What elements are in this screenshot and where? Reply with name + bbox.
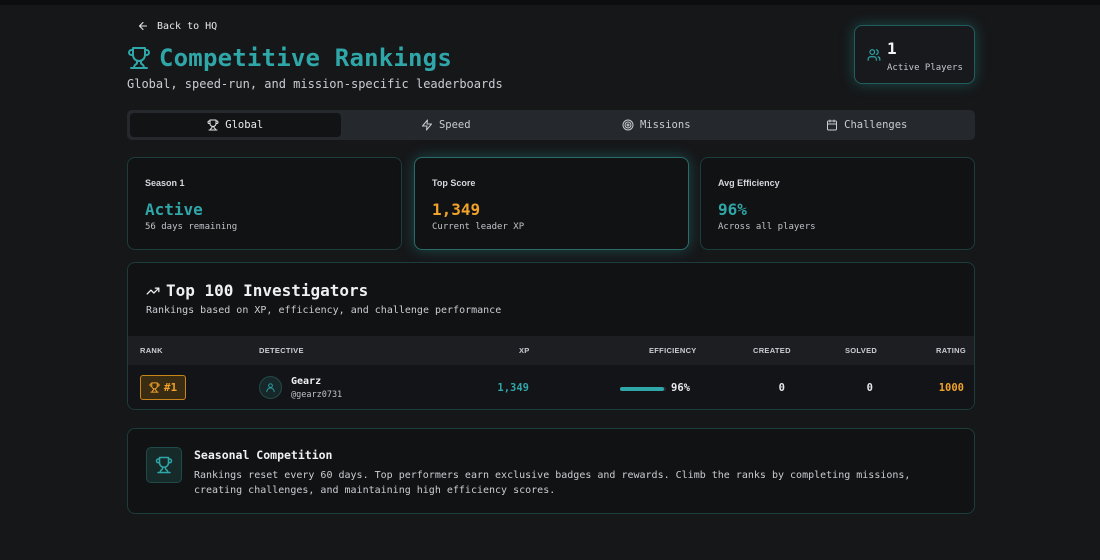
leaderboard-subtitle: Rankings based on XP, efficiency, and ch…: [146, 305, 502, 316]
column-header: EFFICIENCY: [649, 346, 697, 355]
tab-global[interactable]: Global: [130, 113, 341, 137]
table-row[interactable]: #1 Gearz @gearz0731 1,349 96% 0 0 1000: [128, 365, 974, 409]
stat-value: 96%: [718, 200, 747, 219]
lightning-icon: [421, 119, 432, 131]
efficiency-stat-card: Avg Efficiency 96% Across all players: [700, 157, 975, 250]
stat-key: Season 1: [145, 178, 185, 188]
season-title: Seasonal Competition: [194, 448, 333, 462]
active-players-label: Active Players: [887, 63, 963, 73]
avatar: [259, 376, 282, 399]
trophy-icon: [149, 382, 160, 393]
tab-label: Speed: [438, 119, 471, 131]
page-subtitle: Global, speed-run, and mission-specific …: [127, 77, 503, 91]
column-header: RATING: [936, 346, 966, 355]
season-stat-card: Season 1 Active 56 days remaining: [127, 157, 402, 250]
stat-value: 1,349: [432, 200, 481, 219]
trophy-icon: [155, 456, 173, 474]
rank-value: #1: [163, 381, 178, 394]
calendar-icon: [827, 119, 838, 131]
table-header: RANK DETECTIVE XP EFFICIENCY CREATED SOL…: [128, 336, 974, 365]
rank-badge: #1: [140, 375, 186, 400]
arrow-left-icon: [138, 21, 148, 31]
leaderboard-tabs: Global Speed Missions Challenges: [127, 110, 975, 140]
leaderboard-panel: Top 100 Investigators Rankings based on …: [127, 262, 975, 410]
seasonal-competition-card: Seasonal Competition Rankings reset ever…: [127, 428, 975, 514]
stat-desc: 56 days remaining: [145, 222, 238, 232]
stat-desc: Current leader XP: [432, 222, 525, 232]
column-header: DETECTIVE: [259, 346, 304, 355]
tab-label: Global: [225, 119, 264, 131]
tab-challenges[interactable]: Challenges: [762, 113, 973, 137]
column-header: RANK: [140, 346, 163, 355]
users-icon: [867, 49, 881, 61]
page-title: Competitive Rankings: [127, 44, 452, 72]
tab-label: Challenges: [844, 119, 908, 131]
back-label: Back to HQ: [157, 20, 218, 32]
top-score-stat-card: Top Score 1,349 Current leader XP: [414, 157, 689, 250]
active-players-card: 1 Active Players: [854, 25, 975, 84]
user-icon: [266, 383, 275, 393]
trending-up-icon: [146, 286, 160, 295]
efficiency-bar-fill: [620, 387, 665, 391]
active-players-count: 1: [887, 39, 897, 58]
efficiency-value: 96%: [671, 382, 690, 394]
efficiency-bar: [620, 387, 666, 391]
rankings-page: Back to HQ Competitive Rankings Global, …: [127, 0, 975, 560]
stat-key: Avg Efficiency: [718, 178, 780, 188]
rating-value: 1000: [938, 382, 964, 394]
trophy-icon: [207, 119, 219, 131]
target-icon: [622, 119, 634, 131]
leaderboard-header: Top 100 Investigators: [146, 281, 368, 300]
trophy-icon: [128, 47, 150, 69]
tab-speed[interactable]: Speed: [341, 113, 552, 137]
stat-value: Active: [145, 200, 203, 219]
title-text: Competitive Rankings: [159, 44, 452, 72]
leaderboard-title: Top 100 Investigators: [166, 281, 369, 300]
column-header: CREATED: [753, 346, 791, 355]
tab-missions[interactable]: Missions: [551, 113, 762, 137]
column-header: XP: [519, 346, 530, 355]
detective-name[interactable]: Gearz: [291, 376, 321, 387]
tab-label: Missions: [639, 119, 691, 131]
back-button[interactable]: Back to HQ: [137, 20, 217, 32]
solved-value: 0: [866, 382, 873, 394]
xp-value: 1,349: [497, 382, 529, 394]
column-header: SOLVED: [845, 346, 878, 355]
season-icon-box: [146, 447, 182, 483]
detective-handle: @gearz0731: [291, 390, 343, 400]
created-value: 0: [778, 382, 785, 394]
stat-key: Top Score: [432, 178, 476, 188]
stat-desc: Across all players: [718, 222, 816, 232]
season-description: Rankings reset every 60 days. Top perfor…: [194, 470, 911, 496]
